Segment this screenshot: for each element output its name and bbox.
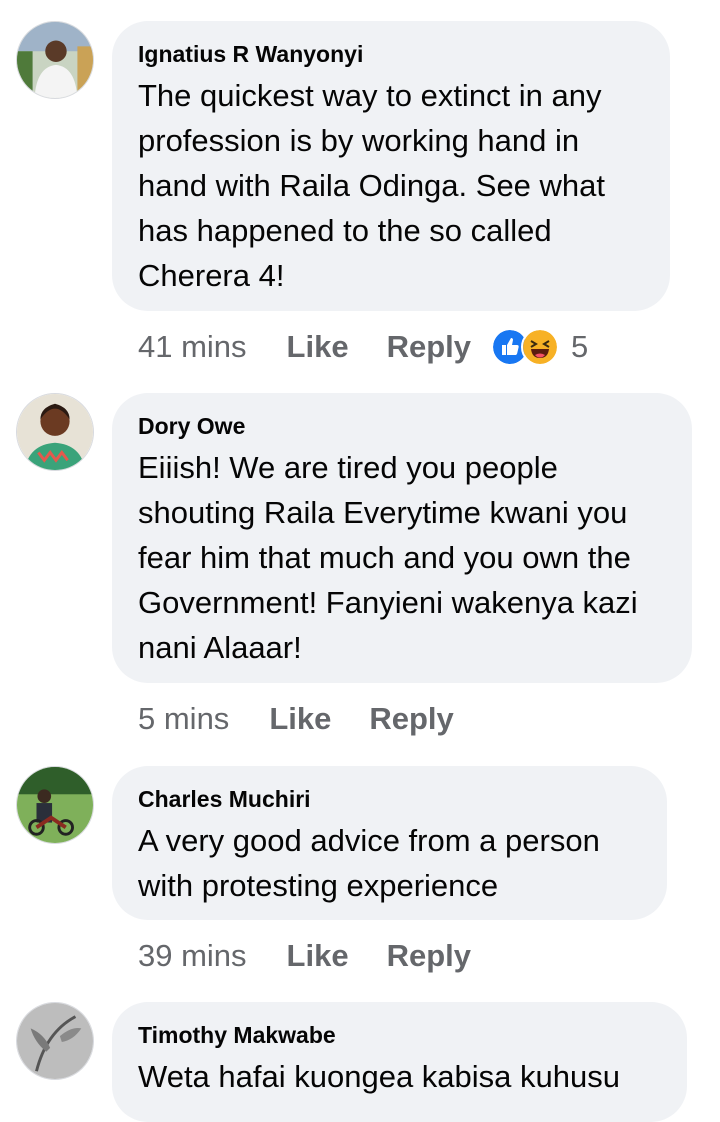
comment-text: Weta hafai kuongea kabisa kuhusu bbox=[138, 1059, 620, 1094]
profile-photo-icon bbox=[17, 394, 93, 470]
reaction-count: 5 bbox=[571, 329, 589, 364]
avatar[interactable] bbox=[16, 21, 94, 99]
comment-author[interactable]: Charles Muchiri bbox=[138, 786, 641, 812]
reactions-summary[interactable]: 5 bbox=[491, 328, 588, 366]
comment-author[interactable]: Timothy Makwabe bbox=[138, 1022, 661, 1048]
comment-actions: 41 mins Like Reply 5 bbox=[138, 327, 588, 367]
profile-photo-icon bbox=[17, 22, 93, 98]
comment-text: Eiiish! We are tired you people shouting… bbox=[138, 450, 638, 665]
comment-text: A very good advice from a person with pr… bbox=[138, 823, 600, 903]
reply-button[interactable]: Reply bbox=[369, 701, 453, 737]
reply-button[interactable]: Reply bbox=[387, 938, 471, 974]
avatar[interactable] bbox=[16, 766, 94, 844]
comment-bubble: Charles Muchiri A very good advice from … bbox=[112, 766, 667, 920]
comment-text: The quickest way to extinct in any profe… bbox=[138, 78, 606, 293]
profile-photo-icon bbox=[17, 1003, 93, 1079]
comment-actions: 5 mins Like Reply bbox=[138, 699, 474, 739]
comment-author[interactable]: Dory Owe bbox=[138, 413, 666, 439]
avatar[interactable] bbox=[16, 1002, 94, 1080]
comment-bubble: Timothy Makwabe Weta hafai kuongea kabis… bbox=[112, 1002, 687, 1122]
comment-author[interactable]: Ignatius R Wanyonyi bbox=[138, 41, 644, 67]
like-button[interactable]: Like bbox=[269, 701, 331, 737]
comment-bubble: Ignatius R Wanyonyi The quickest way to … bbox=[112, 21, 670, 311]
comment-actions: 39 mins Like Reply bbox=[138, 936, 491, 976]
like-button[interactable]: Like bbox=[287, 938, 349, 974]
comment-time[interactable]: 41 mins bbox=[138, 329, 247, 365]
haha-icon bbox=[521, 328, 559, 366]
reply-button[interactable]: Reply bbox=[387, 329, 471, 365]
comment-time[interactable]: 5 mins bbox=[138, 701, 229, 737]
avatar[interactable] bbox=[16, 393, 94, 471]
like-button[interactable]: Like bbox=[287, 329, 349, 365]
comment-time[interactable]: 39 mins bbox=[138, 938, 247, 974]
profile-photo-icon bbox=[17, 767, 93, 843]
comment-bubble: Dory Owe Eiiish! We are tired you people… bbox=[112, 393, 692, 683]
